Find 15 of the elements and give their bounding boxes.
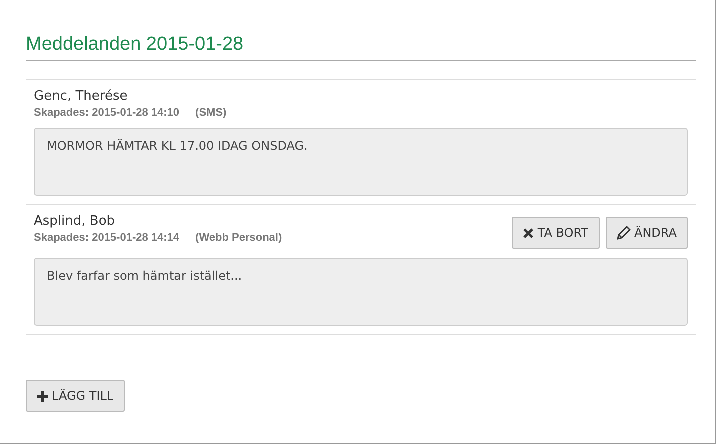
message-text: MORMOR HÄMTAR KL 17.00 IDAG ONSDAG. [34, 128, 688, 196]
author-name: Genc, Therése [34, 89, 129, 104]
page-heading: Meddelanden 2015-01-28 [26, 34, 696, 61]
created-time: Skapades: 2015-01-28 14:14 [34, 232, 180, 244]
message-source: (Webb Personal) [196, 232, 282, 244]
edit-button[interactable]: ÄNDRA [606, 217, 688, 249]
message-text: Blev farfar som hämtar istället... [34, 258, 688, 326]
close-icon [522, 228, 534, 238]
created-time: Skapades: 2015-01-28 14:10 [34, 107, 180, 119]
plus-icon [37, 390, 48, 402]
author-name: Asplind, Bob [34, 214, 116, 229]
delete-button[interactable]: TA BORT [512, 217, 600, 249]
message-source: (SMS) [196, 107, 227, 119]
add-button[interactable]: LÄGG TILL [26, 380, 125, 412]
pencil-icon [616, 226, 630, 240]
